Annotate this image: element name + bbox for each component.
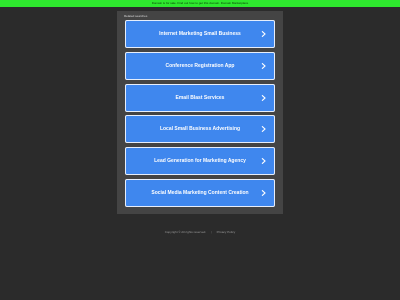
privacy-policy-link[interactable]: Privacy Policy [217,230,236,234]
related-link-label: Lead Generation for Marketing Agency [154,158,246,165]
related-link[interactable]: Local Small Business Advertising [125,115,275,144]
related-link[interactable]: Internet Marketing Small Business [125,20,275,48]
related-link-label: Email Blast Services [175,94,225,101]
sale-banner[interactable]: Domain is for sale. Find out how to get … [0,0,400,7]
related-link[interactable]: Email Blast Services [125,83,275,112]
chevron-right-icon [261,30,266,38]
chevron-right-icon [261,94,266,101]
related-searches-panel: Related searches Internet Marketing Smal… [117,11,283,214]
page-footer: Copyright © All rights reserved. | Priva… [0,230,400,234]
related-link[interactable]: Conference Registration App [125,51,275,80]
chevron-right-icon [261,189,266,197]
chevron-right-icon [261,158,266,165]
footer-separator: | [210,230,212,234]
chevron-right-icon [261,126,266,133]
related-link-label: Local Small Business Advertising [159,126,241,133]
chevron-right-icon [261,62,266,69]
related-link-label: Internet Marketing Small Business [159,31,241,37]
related-link-label: Conference Registration App [165,62,235,69]
sale-banner-text[interactable]: Domain is for sale. Find out how to get … [152,1,249,5]
related-links-list: Internet Marketing Small Business Confer… [125,20,275,211]
related-link[interactable]: Social Media Marketing Content Creation [125,178,275,207]
panel-title: Related searches [124,14,148,18]
related-link-label: Social Media Marketing Content Creation [151,189,249,196]
related-link[interactable]: Lead Generation for Marketing Agency [125,147,275,176]
copyright-text: Copyright © All rights reserved. [164,230,207,234]
